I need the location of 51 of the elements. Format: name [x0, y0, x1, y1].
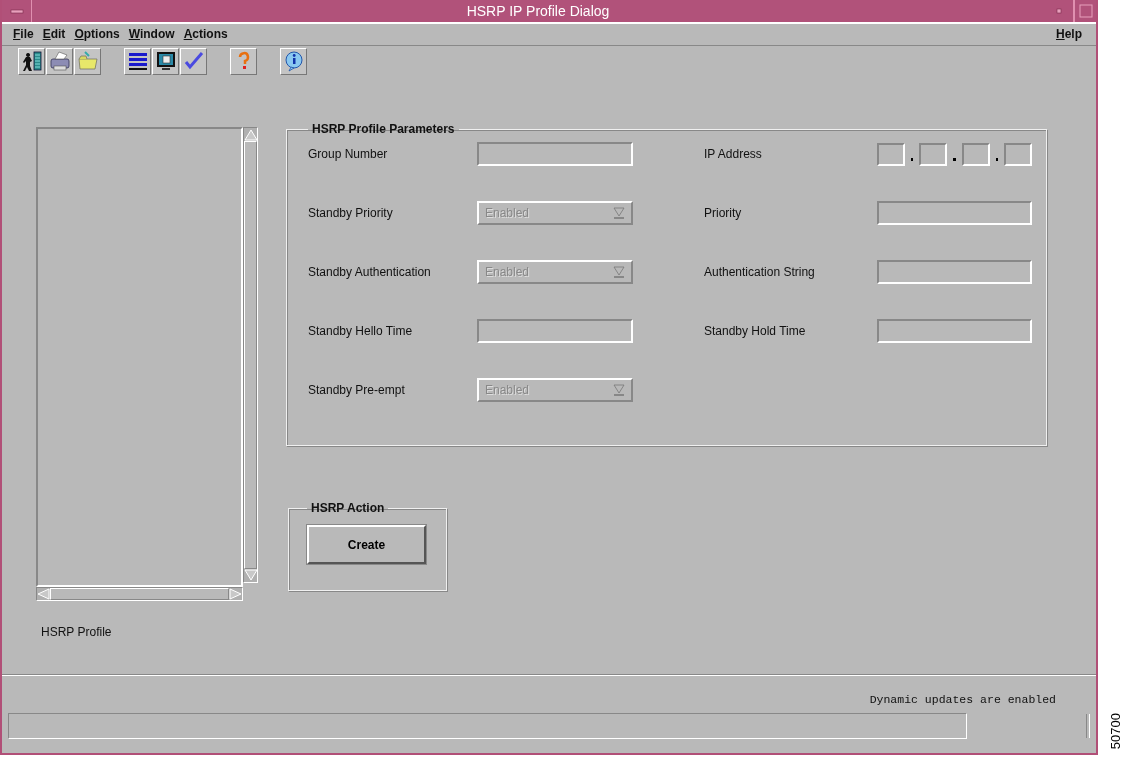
- field-label: IP Address: [704, 147, 763, 161]
- horizontal-scrollbar[interactable]: [36, 587, 243, 601]
- input-field[interactable]: [477, 319, 633, 343]
- field-label: Group Number: [308, 147, 389, 161]
- toolbar-button[interactable]: [18, 47, 45, 75]
- input-field[interactable]: [477, 142, 633, 166]
- printer-icon: [47, 49, 72, 73]
- field-label: Authentication String: [704, 265, 816, 279]
- field-label: Standby Pre-empt: [308, 383, 406, 397]
- field-label: Standby Hello Time: [308, 324, 414, 338]
- toolbar-button[interactable]: [124, 47, 151, 75]
- help-menu[interactable]: Help: [1053, 27, 1088, 41]
- menu-item[interactable]: Edit: [39, 27, 72, 41]
- up-arrow-icon: [243, 128, 258, 141]
- group-title: HSRP Action: [310, 501, 386, 515]
- ip-octet-field[interactable]: [961, 142, 990, 166]
- field-label: Standby Authentication: [308, 265, 432, 279]
- square-icon: [1078, 4, 1093, 18]
- dropdown-arrow-icon: [613, 266, 625, 278]
- ip-octet-field[interactable]: [919, 142, 948, 166]
- ip-octet-field[interactable]: [877, 142, 905, 166]
- ip-octet-field[interactable]: [1004, 142, 1032, 166]
- field-label: Standby Priority: [308, 206, 394, 220]
- menu-item[interactable]: Options: [71, 27, 126, 41]
- toolbar-button[interactable]: [180, 47, 207, 75]
- right-arrow-icon: [229, 588, 242, 600]
- input-field[interactable]: [877, 201, 1032, 225]
- vertical-scrollbar[interactable]: [243, 127, 258, 583]
- group-title: HSRP Profile Parameters: [311, 122, 456, 136]
- down-arrow-icon: [243, 569, 258, 582]
- field-label: Priority: [704, 206, 743, 220]
- folder-icon: [75, 49, 100, 73]
- window-title: HSRP IP Profile Dialog: [465, 3, 611, 19]
- menu-item[interactable]: File: [10, 27, 40, 41]
- resize-grip: [1086, 714, 1090, 738]
- minus-icon: [9, 6, 24, 16]
- toolbar-button[interactable]: [152, 47, 179, 75]
- toolbar-button[interactable]: [280, 47, 307, 75]
- menu-item[interactable]: Window: [125, 27, 181, 41]
- dropdown-arrow-icon: [613, 384, 625, 396]
- maximize-button[interactable]: [1074, 0, 1096, 22]
- input-field[interactable]: [877, 319, 1032, 343]
- input-field[interactable]: [877, 260, 1032, 284]
- status-message: Dynamic updates are enabled: [868, 692, 1057, 706]
- menu-item[interactable]: Actions: [180, 27, 234, 41]
- list-label: HSRP Profile: [40, 625, 113, 639]
- figure-number: 50700: [1108, 712, 1123, 749]
- field-label: Standby Hold Time: [704, 324, 807, 338]
- dropdown-arrow-icon: [613, 207, 625, 219]
- left-arrow-icon: [37, 588, 50, 600]
- create-button[interactable]: Create: [307, 525, 426, 564]
